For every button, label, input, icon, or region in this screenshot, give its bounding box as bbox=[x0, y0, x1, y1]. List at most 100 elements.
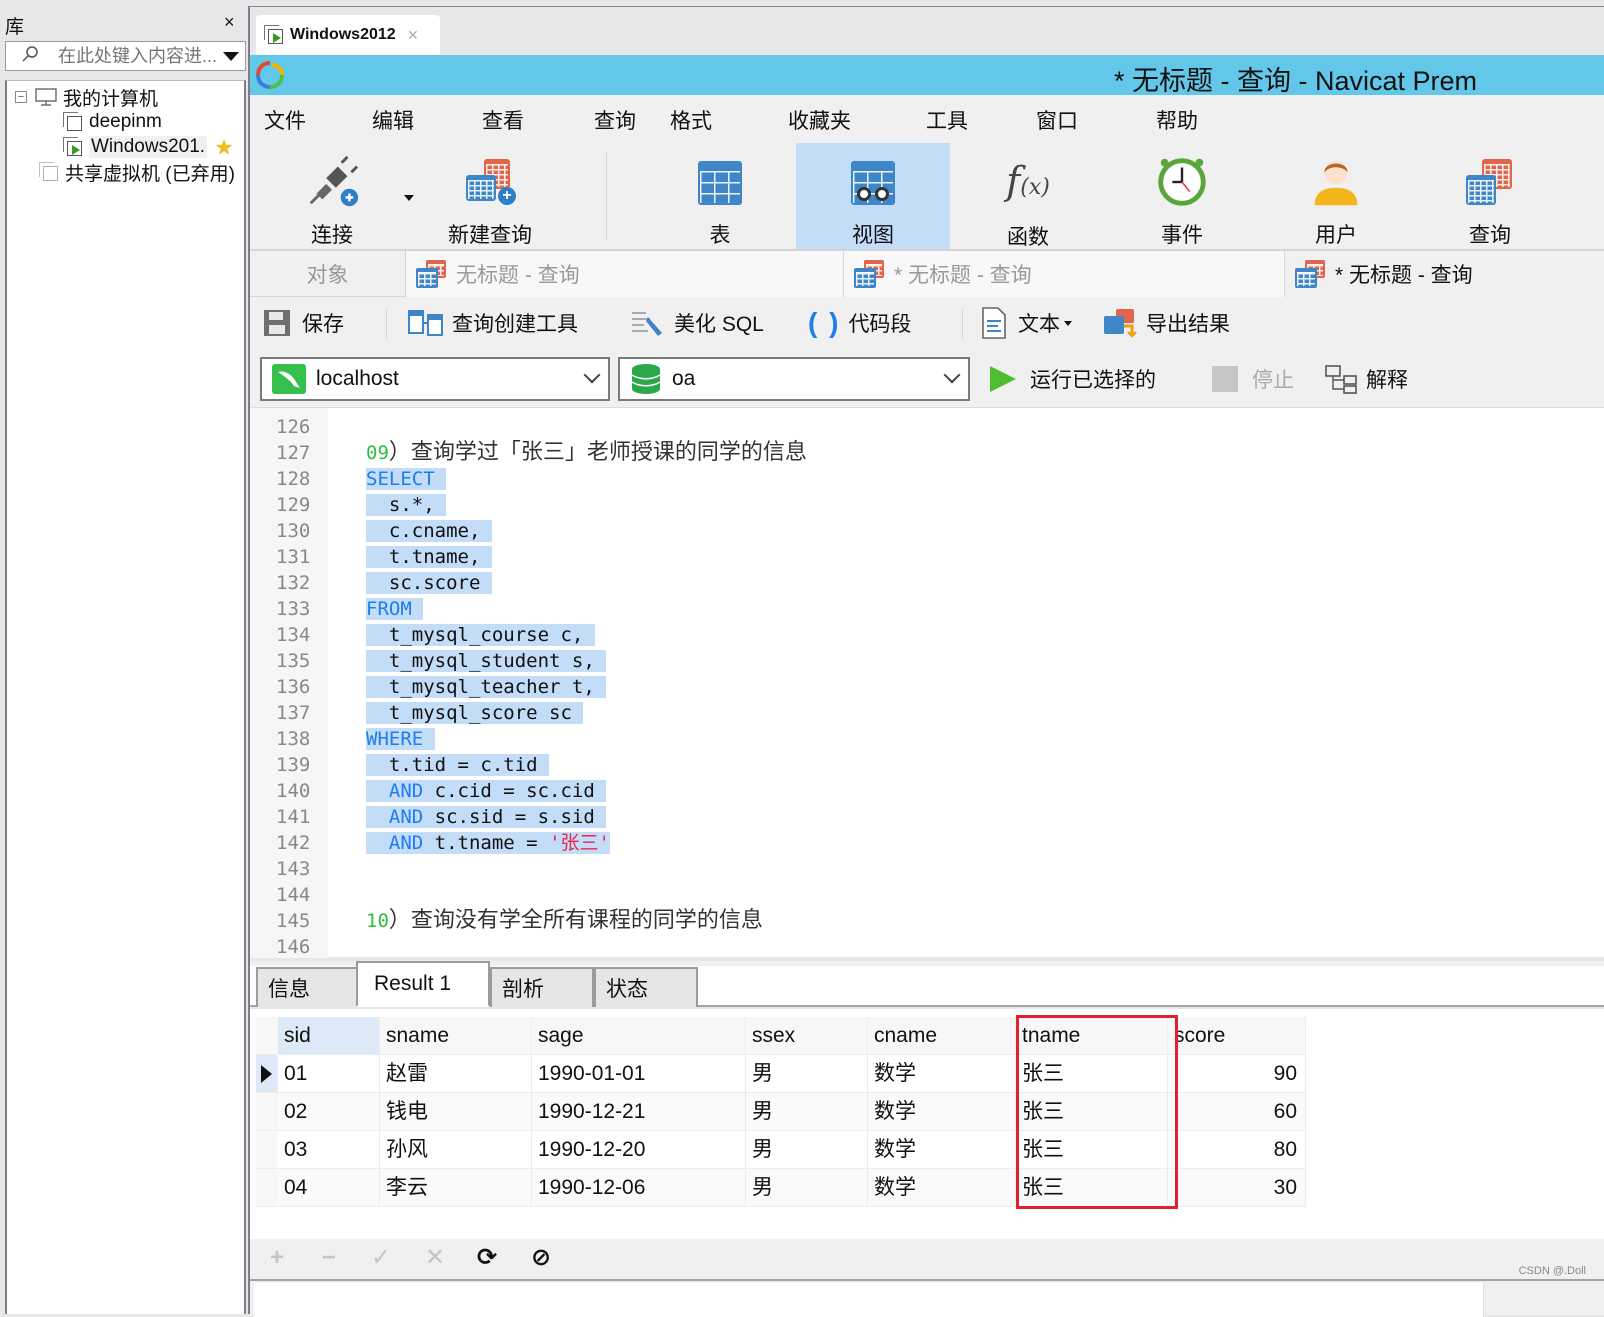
row-indicator[interactable] bbox=[256, 1055, 278, 1093]
cell-score[interactable]: 60 bbox=[1168, 1093, 1306, 1131]
tree-item-shared-vms[interactable]: 共享虚拟机 (已弃用) bbox=[39, 160, 235, 185]
close-tab-icon[interactable]: × bbox=[408, 25, 419, 46]
column-header-cname[interactable]: cname bbox=[868, 1017, 1016, 1055]
chevron-down-icon[interactable] bbox=[583, 366, 601, 384]
refresh-icon[interactable]: ⟳ bbox=[474, 1245, 500, 1271]
menu-format[interactable]: 格式 bbox=[670, 105, 712, 135]
sql-keyword: WHERE bbox=[366, 728, 424, 750]
query-icon bbox=[416, 260, 450, 288]
cell-ssex[interactable]: 男 bbox=[746, 1131, 868, 1169]
query-builder-button[interactable]: 查询创建工具 bbox=[408, 305, 578, 341]
cell-sname[interactable]: 赵雷 bbox=[380, 1055, 532, 1093]
tree-item-my-computer[interactable]: − 我的计算机 bbox=[15, 85, 158, 110]
delete-record-icon[interactable]: − bbox=[316, 1245, 342, 1271]
menu-file[interactable]: 文件 bbox=[264, 105, 306, 135]
menu-view[interactable]: 查看 bbox=[482, 105, 524, 135]
text-dropdown-icon[interactable] bbox=[1064, 320, 1072, 326]
event-button[interactable]: 事件 bbox=[1122, 143, 1242, 249]
menu-query[interactable]: 查询 bbox=[594, 105, 636, 135]
column-header-sid[interactable]: sid bbox=[278, 1017, 380, 1055]
column-header-tname[interactable]: tname bbox=[1016, 1017, 1168, 1055]
cell-sname[interactable]: 钱电 bbox=[380, 1093, 532, 1131]
cell-cname[interactable]: 数学 bbox=[868, 1131, 1016, 1169]
tab-status[interactable]: 状态 bbox=[594, 967, 698, 1007]
cell-tname[interactable]: 张三 bbox=[1016, 1131, 1168, 1169]
cell-cname[interactable]: 数学 bbox=[868, 1093, 1016, 1131]
menu-favorites[interactable]: 收藏夹 bbox=[788, 105, 851, 135]
cell-sage[interactable]: 1990-12-21 bbox=[532, 1093, 746, 1131]
table-button[interactable]: 表 bbox=[662, 143, 778, 249]
column-header-sname[interactable]: sname bbox=[380, 1017, 532, 1055]
cell-ssex[interactable]: 男 bbox=[746, 1055, 868, 1093]
cell-score[interactable]: 80 bbox=[1168, 1131, 1306, 1169]
cell-sid[interactable]: 03 bbox=[278, 1131, 380, 1169]
cell-sage[interactable]: 1990-12-06 bbox=[532, 1169, 746, 1207]
cell-sid[interactable]: 01 bbox=[278, 1055, 380, 1093]
query-button[interactable]: 查询 bbox=[1430, 143, 1550, 249]
row-indicator[interactable] bbox=[256, 1131, 278, 1169]
row-indicator[interactable] bbox=[256, 1169, 278, 1207]
cell-sname[interactable]: 孙风 bbox=[380, 1131, 532, 1169]
tab-query-1[interactable]: 无标题 - 查询 bbox=[406, 251, 844, 297]
column-header-sage[interactable]: sage bbox=[532, 1017, 746, 1055]
tab-message[interactable]: 信息 bbox=[256, 967, 358, 1007]
search-dropdown-icon[interactable] bbox=[223, 52, 239, 61]
add-record-icon[interactable]: + bbox=[264, 1245, 290, 1271]
save-button[interactable]: 保存 bbox=[262, 305, 344, 341]
cell-ssex[interactable]: 男 bbox=[746, 1169, 868, 1207]
stop-query-icon[interactable]: ⊘ bbox=[528, 1245, 554, 1271]
tab-query-3-active[interactable]: * 无标题 - 查询 bbox=[1284, 251, 1604, 297]
tab-query-2[interactable]: * 无标题 - 查询 bbox=[844, 251, 1284, 297]
library-search-input[interactable] bbox=[58, 44, 218, 68]
database-select[interactable]: oa bbox=[618, 357, 970, 401]
code-snippet-button[interactable]: ( ) 代码段 bbox=[808, 305, 911, 341]
tree-item-windows2012[interactable]: Windows201. ★ bbox=[63, 135, 233, 159]
tab-result-1[interactable]: Result 1 bbox=[356, 961, 490, 1007]
cell-tname[interactable]: 张三 bbox=[1016, 1093, 1168, 1131]
explain-button[interactable]: 解释 bbox=[1324, 363, 1408, 395]
cell-cname[interactable]: 数学 bbox=[868, 1169, 1016, 1207]
function-button[interactable]: f(x) 函数 bbox=[968, 143, 1088, 249]
user-button[interactable]: 用户 bbox=[1276, 143, 1396, 249]
chevron-down-icon[interactable] bbox=[943, 366, 961, 384]
run-selected-button[interactable]: 运行已选择的 bbox=[990, 363, 1156, 395]
menu-tools[interactable]: 工具 bbox=[926, 105, 968, 135]
cell-cname[interactable]: 数学 bbox=[868, 1055, 1016, 1093]
menu-edit[interactable]: 编辑 bbox=[372, 105, 414, 135]
tree-item-deepinm[interactable]: deepinm bbox=[63, 110, 162, 134]
cell-ssex[interactable]: 男 bbox=[746, 1093, 868, 1131]
menu-help[interactable]: 帮助 bbox=[1156, 105, 1198, 135]
cell-sage[interactable]: 1990-12-20 bbox=[532, 1131, 746, 1169]
close-icon[interactable]: × bbox=[224, 12, 235, 33]
cell-tname[interactable]: 张三 bbox=[1016, 1055, 1168, 1093]
discard-changes-icon[interactable]: ✕ bbox=[422, 1245, 448, 1271]
apply-changes-icon[interactable]: ✓ bbox=[368, 1245, 394, 1271]
text-button[interactable]: 文本 bbox=[980, 305, 1072, 341]
vm-tab-windows2012[interactable]: Windows2012 × bbox=[256, 15, 440, 55]
stop-button[interactable]: 停止 bbox=[1212, 363, 1294, 395]
column-header-score[interactable]: score bbox=[1168, 1017, 1306, 1055]
cell-sid[interactable]: 04 bbox=[278, 1169, 380, 1207]
tab-profile[interactable]: 剖析 bbox=[490, 967, 594, 1007]
cell-sid[interactable]: 02 bbox=[278, 1093, 380, 1131]
code-line: 143 bbox=[250, 856, 1604, 882]
beautify-sql-button[interactable]: 美化 SQL bbox=[630, 305, 764, 341]
connect-dropdown-icon[interactable] bbox=[404, 195, 414, 201]
export-results-button[interactable]: 导出结果 bbox=[1102, 305, 1230, 341]
server-select[interactable]: localhost bbox=[260, 357, 610, 401]
view-button[interactable]: 视图 bbox=[796, 143, 950, 249]
new-query-button[interactable]: + 新建查询 bbox=[430, 143, 550, 249]
collapse-icon[interactable]: − bbox=[15, 91, 27, 103]
cell-sname[interactable]: 李云 bbox=[380, 1169, 532, 1207]
connect-button[interactable]: 连接 bbox=[286, 143, 378, 249]
menu-window[interactable]: 窗口 bbox=[1036, 105, 1078, 135]
cell-tname[interactable]: 张三 bbox=[1016, 1169, 1168, 1207]
sql-editor[interactable]: 126 127 09）查询学过「张三」老师授课的同学的信息 128 SELECT 129… bbox=[250, 407, 1604, 958]
cell-sage[interactable]: 1990-01-01 bbox=[532, 1055, 746, 1093]
row-indicator[interactable] bbox=[256, 1093, 278, 1131]
tab-objects[interactable]: 对象 bbox=[250, 251, 406, 297]
favorite-star-icon[interactable]: ★ bbox=[215, 135, 233, 160]
column-header-ssex[interactable]: ssex bbox=[746, 1017, 868, 1055]
cell-score[interactable]: 30 bbox=[1168, 1169, 1306, 1207]
cell-score[interactable]: 90 bbox=[1168, 1055, 1306, 1093]
